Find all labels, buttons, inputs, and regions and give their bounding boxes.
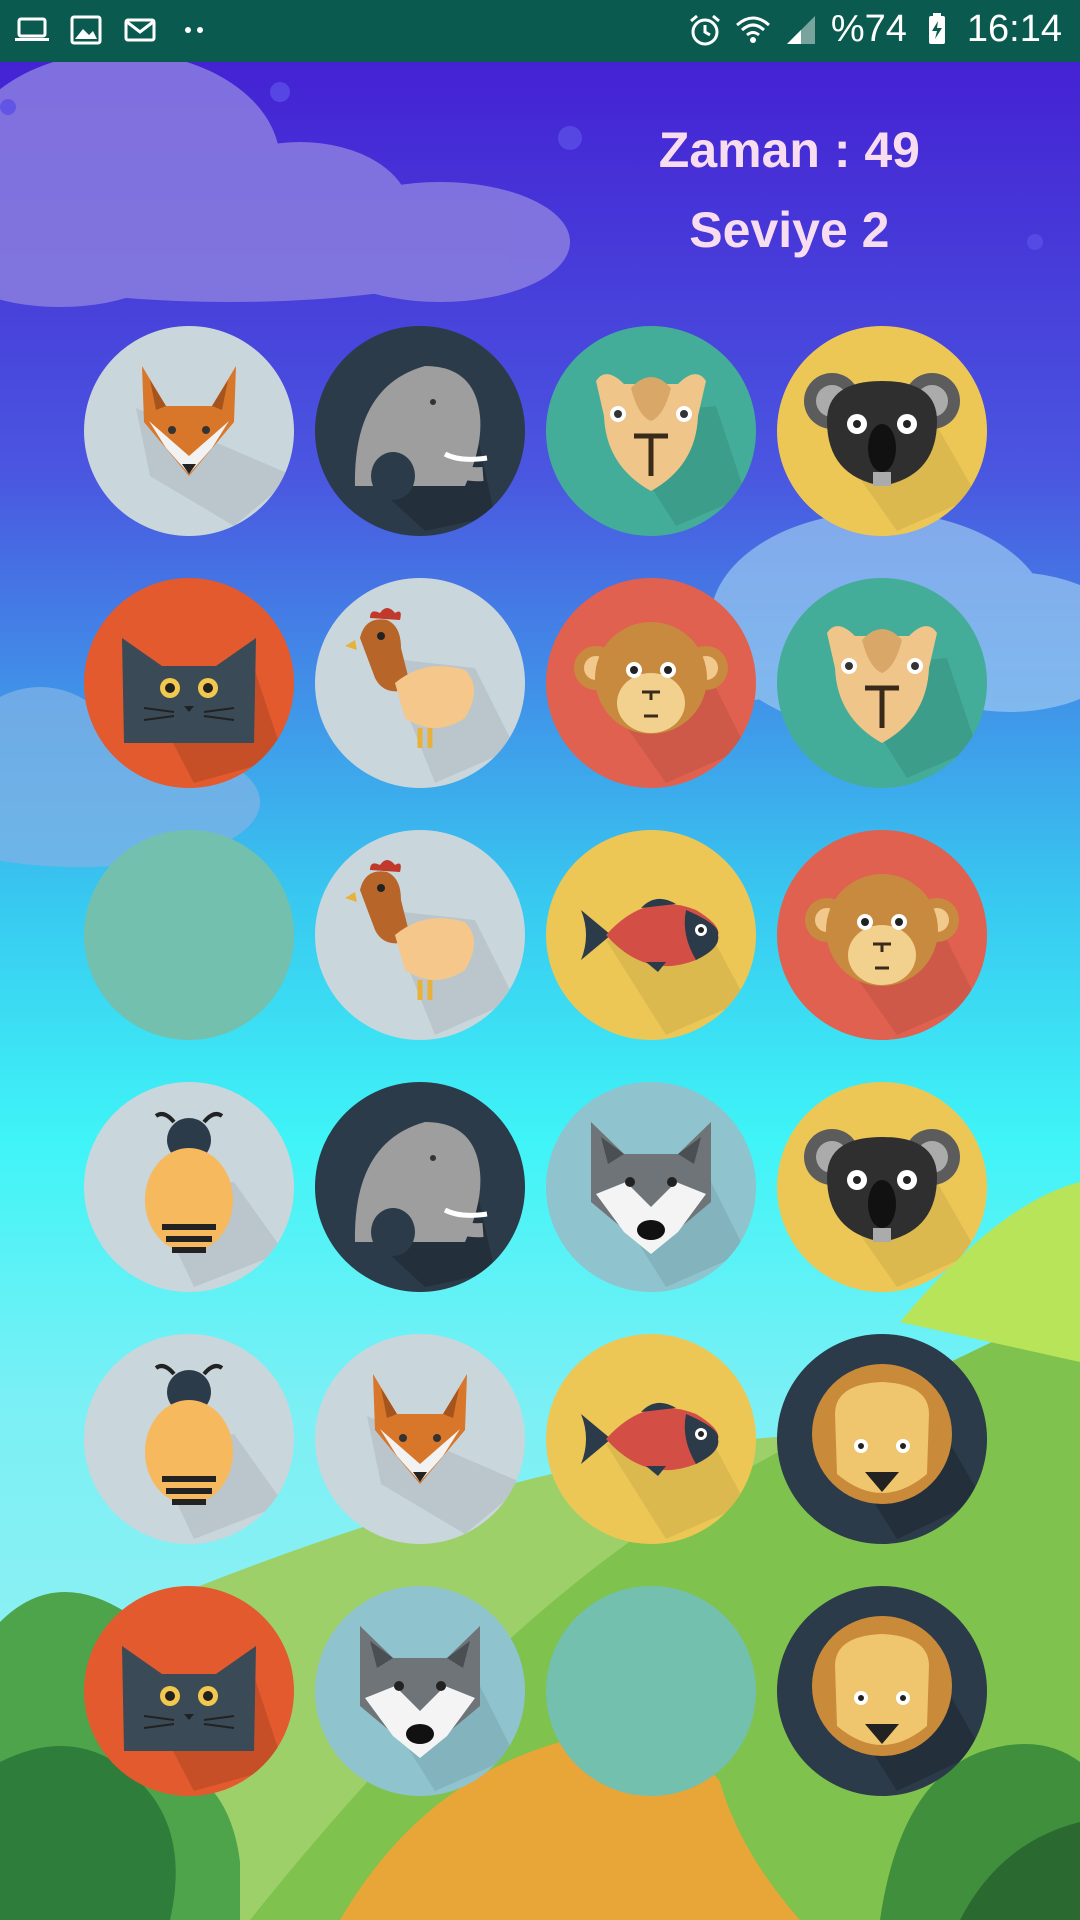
card-bee[interactable] xyxy=(84,1082,294,1292)
chicken-icon xyxy=(345,608,515,783)
hidden-icon xyxy=(84,830,294,1040)
card-chicken[interactable] xyxy=(315,578,525,788)
mail-icon xyxy=(124,18,156,42)
card-lion[interactable] xyxy=(777,1586,987,1796)
camel-icon xyxy=(596,374,746,526)
image-icon xyxy=(70,15,102,45)
card-koala[interactable] xyxy=(777,326,987,536)
card-camel[interactable] xyxy=(777,578,987,788)
cat-icon xyxy=(122,638,284,783)
card-cat[interactable] xyxy=(84,578,294,788)
lion-icon xyxy=(812,1616,982,1791)
cat-icon xyxy=(122,1646,284,1791)
lion-icon xyxy=(812,1364,982,1539)
fox-icon xyxy=(136,366,294,526)
hidden-icon xyxy=(546,1586,756,1796)
card-wolf[interactable] xyxy=(546,1082,756,1292)
wolf-icon xyxy=(591,1122,746,1287)
koala-icon xyxy=(804,373,977,531)
battery-charging-icon xyxy=(928,12,945,44)
card-koala[interactable] xyxy=(777,1082,987,1292)
card-fish[interactable] xyxy=(546,830,756,1040)
wifi-icon xyxy=(735,16,770,43)
more-dots-icon xyxy=(185,27,203,33)
card-matched-empty xyxy=(84,830,294,1040)
card-elephant[interactable] xyxy=(315,326,525,536)
card-chicken[interactable] xyxy=(315,830,525,1040)
card-camel[interactable] xyxy=(546,326,756,536)
bee-icon xyxy=(145,1364,284,1539)
alarm-icon xyxy=(689,14,720,45)
card-wolf[interactable] xyxy=(315,1586,525,1796)
laptop-icon xyxy=(15,17,49,41)
card-lion[interactable] xyxy=(777,1334,987,1544)
bee-icon xyxy=(145,1112,284,1287)
card-elephant[interactable] xyxy=(315,1082,525,1292)
card-monkey[interactable] xyxy=(546,578,756,788)
elephant-icon xyxy=(354,1122,495,1287)
card-matched-empty xyxy=(546,1586,756,1796)
elephant-icon xyxy=(354,366,495,531)
monkey-icon xyxy=(805,874,977,1035)
signal-icon xyxy=(786,15,815,44)
card-cat[interactable] xyxy=(84,1586,294,1796)
status-bar: %74 16:14 xyxy=(0,0,1080,62)
battery-percent: %74 xyxy=(830,8,907,50)
koala-icon xyxy=(804,1129,977,1287)
card-fox[interactable] xyxy=(84,326,294,536)
card-bee[interactable] xyxy=(84,1334,294,1544)
clock: 16:14 xyxy=(966,8,1062,50)
hud: Zaman : 49 Seviye 2 xyxy=(659,110,920,270)
wolf-icon xyxy=(360,1626,515,1791)
monkey-icon xyxy=(574,622,746,783)
card-fox[interactable] xyxy=(315,1334,525,1544)
fish-icon xyxy=(581,898,746,1035)
chicken-icon xyxy=(345,860,515,1035)
fox-icon xyxy=(367,1374,525,1534)
card-monkey[interactable] xyxy=(777,830,987,1040)
camel-icon xyxy=(827,626,977,778)
timer-label: Zaman : 49 xyxy=(658,122,920,178)
fish-icon xyxy=(581,1402,746,1539)
level-label: Seviye 2 xyxy=(689,202,890,258)
card-fish[interactable] xyxy=(546,1334,756,1544)
